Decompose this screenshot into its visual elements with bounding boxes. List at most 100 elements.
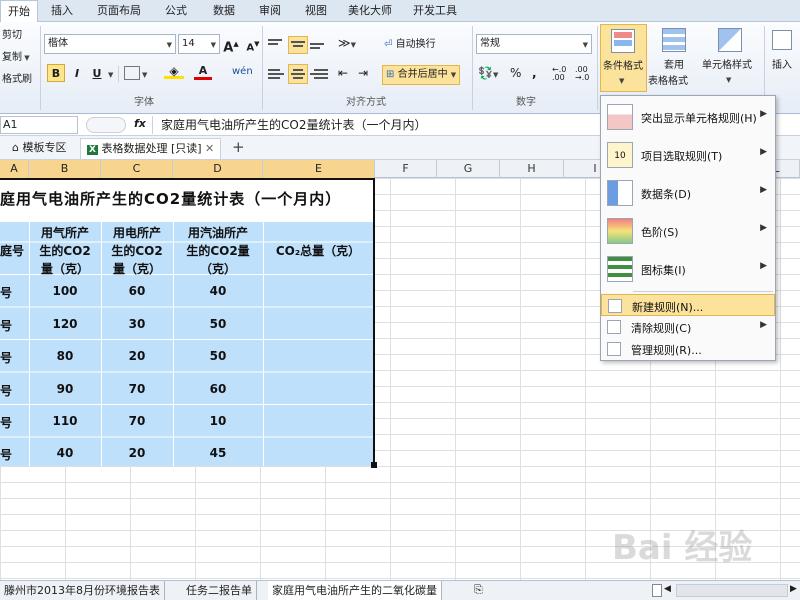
- column-header[interactable]: H: [500, 160, 564, 178]
- header-cell[interactable]: CO₂总量（克）: [263, 242, 373, 259]
- column-header[interactable]: G: [437, 160, 500, 178]
- font-color-button[interactable]: A: [194, 64, 212, 84]
- table-cell[interactable]: 40: [29, 446, 101, 460]
- fill-color-button[interactable]: ◈: [164, 64, 184, 84]
- sheet-tab[interactable]: 滕州市2013年8月份环境报告表: [0, 581, 165, 600]
- column-header[interactable]: A: [0, 160, 29, 178]
- workbook-tab-active[interactable]: X 表格数据处理 [只读] ✕: [80, 138, 222, 159]
- increase-decimal-icon[interactable]: ←.0.00: [552, 66, 566, 82]
- percent-button[interactable]: %: [510, 66, 521, 80]
- bold-button[interactable]: B: [47, 64, 65, 82]
- menu-item-clear-rules[interactable]: 清除规则(C) ▶: [601, 316, 775, 338]
- tab-beautify[interactable]: 美化大师: [340, 0, 400, 22]
- grow-font-button[interactable]: A▲: [222, 35, 240, 55]
- align-right-icon[interactable]: [310, 66, 328, 82]
- format-as-table-button[interactable]: 套用 表格格式: [648, 24, 698, 92]
- orientation-icon[interactable]: ≫▼: [338, 36, 356, 50]
- fx-icon[interactable]: fx: [134, 117, 146, 130]
- tab-home[interactable]: 开始: [0, 0, 38, 23]
- decrease-indent-icon[interactable]: ⇤: [338, 66, 348, 80]
- phonetic-button[interactable]: wén: [232, 66, 253, 77]
- table-cell[interactable]: 100: [29, 284, 101, 298]
- sheet-tab[interactable]: 任务二报告单: [182, 581, 257, 600]
- column-header[interactable]: C: [101, 160, 173, 178]
- name-box[interactable]: A1: [0, 116, 78, 134]
- menu-item-new-rule[interactable]: 新建规则(N)...: [601, 294, 775, 316]
- column-header[interactable]: D: [173, 160, 263, 178]
- scroll-right-icon[interactable]: ▶: [790, 584, 797, 594]
- insert-sheet-icon[interactable]: ⎘: [474, 583, 483, 597]
- header-cell[interactable]: 用气所产 生的CO2 量（克）: [29, 224, 101, 278]
- menu-item-top-bottom-rules[interactable]: 10 项目选取规则(T) ▶: [601, 136, 775, 174]
- shrink-font-button[interactable]: A▼: [244, 35, 262, 53]
- wrap-text-button[interactable]: ⏎ 自动换行: [384, 37, 436, 53]
- table-cell[interactable]: 号: [0, 414, 29, 431]
- table-cell[interactable]: 120: [29, 317, 101, 331]
- header-cell[interactable]: 用电所产 生的CO2 量（克）: [101, 224, 173, 278]
- scroll-left-icon[interactable]: ◀: [664, 584, 671, 594]
- table-cell[interactable]: 号: [0, 317, 29, 334]
- align-left-icon[interactable]: [268, 66, 286, 82]
- tab-view[interactable]: 视图: [296, 0, 336, 22]
- table-cell[interactable]: 号: [0, 284, 29, 301]
- table-cell[interactable]: 45: [173, 446, 263, 460]
- decrease-decimal-icon[interactable]: .00 →.0: [575, 66, 589, 82]
- table-cell[interactable]: 50: [173, 349, 263, 363]
- workbook-tab-templates[interactable]: ⌂ 模板专区: [6, 139, 72, 157]
- table-cell[interactable]: 20: [101, 446, 173, 460]
- align-top-icon[interactable]: [268, 36, 286, 52]
- menu-item-manage-rules[interactable]: 管理规则(R)...: [601, 338, 775, 360]
- table-cell[interactable]: 110: [29, 414, 101, 428]
- table-cell[interactable]: 40: [173, 284, 263, 298]
- format-painter-button[interactable]: 格式刷: [2, 72, 32, 88]
- italic-button[interactable]: I: [68, 64, 86, 82]
- increase-indent-icon[interactable]: ⇥: [358, 66, 368, 80]
- underline-button[interactable]: U: [88, 64, 106, 82]
- table-cell[interactable]: 号: [0, 349, 29, 366]
- tab-review[interactable]: 审阅: [250, 0, 290, 22]
- table-cell[interactable]: 20: [101, 349, 173, 363]
- menu-item-highlight-rules[interactable]: 突出显示单元格规则(H) ▶: [601, 98, 775, 136]
- merge-center-button[interactable]: ⊞ 合并后居中 ▼: [382, 65, 461, 85]
- comma-button[interactable]: ,: [532, 66, 537, 80]
- copy-button[interactable]: 复制 ▼: [2, 50, 30, 66]
- table-cell[interactable]: 60: [101, 284, 173, 298]
- table-title[interactable]: 庭用气电油所产生的CO2量统计表（一个月内）: [0, 188, 373, 209]
- menu-item-icon-sets[interactable]: 图标集(I) ▶: [601, 250, 775, 288]
- header-cell[interactable]: 用汽油所产 生的CO2量 （克）: [173, 224, 263, 278]
- table-cell[interactable]: 70: [101, 382, 173, 396]
- menu-item-data-bars[interactable]: 数据条(D) ▶: [601, 174, 775, 212]
- table-cell[interactable]: 30: [101, 317, 173, 331]
- tab-developer[interactable]: 开发工具: [406, 0, 464, 22]
- sheet-tab-active[interactable]: 家庭用气电油所产生的二氧化碳量: [268, 581, 442, 600]
- fill-handle[interactable]: [371, 462, 377, 468]
- currency-button[interactable]: 💱▼: [478, 66, 498, 80]
- table-cell[interactable]: 90: [29, 382, 101, 396]
- align-bottom-icon[interactable]: [310, 36, 328, 52]
- menu-item-color-scales[interactable]: 色阶(S) ▶: [601, 212, 775, 250]
- align-center-icon[interactable]: [288, 64, 308, 84]
- cut-button[interactable]: 剪切: [2, 28, 22, 44]
- add-tab-button[interactable]: +: [232, 138, 245, 156]
- conditional-format-button[interactable]: 条件格式 ▼: [600, 24, 647, 92]
- number-format-select[interactable]: 常规 ▼: [476, 34, 592, 54]
- table-cell[interactable]: 70: [101, 414, 173, 428]
- table-cell[interactable]: 号: [0, 382, 29, 399]
- table-cell[interactable]: 号: [0, 446, 29, 463]
- table-cell[interactable]: 80: [29, 349, 101, 363]
- column-header[interactable]: B: [29, 160, 101, 178]
- horizontal-scrollbar[interactable]: [676, 584, 788, 597]
- table-cell[interactable]: 60: [173, 382, 263, 396]
- column-header[interactable]: E: [263, 160, 375, 178]
- scrollbar-thumb[interactable]: [652, 584, 662, 597]
- border-icon[interactable]: [124, 66, 140, 80]
- tab-insert[interactable]: 插入: [44, 0, 80, 22]
- table-cell[interactable]: 10: [173, 414, 263, 428]
- header-cell[interactable]: 庭号: [0, 242, 29, 259]
- font-name-select[interactable]: 楷体 ▼: [44, 34, 176, 54]
- table-cell[interactable]: 50: [173, 317, 263, 331]
- tab-page-layout[interactable]: 页面布局: [90, 0, 148, 22]
- tab-data[interactable]: 数据: [204, 0, 244, 22]
- align-middle-icon[interactable]: [288, 36, 308, 54]
- close-icon[interactable]: ✕: [205, 142, 214, 155]
